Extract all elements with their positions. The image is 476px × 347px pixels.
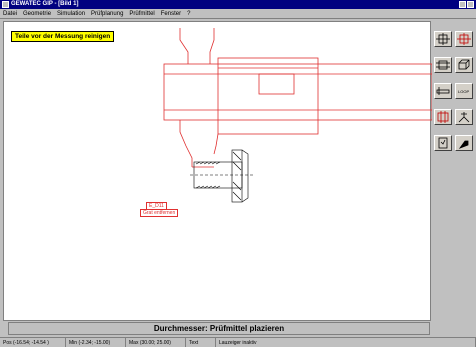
diameter-icon (436, 33, 450, 45)
svg-text:LOOP: LOOP (458, 89, 469, 94)
caliper-lower-jaw-left (179, 120, 193, 167)
tool-palette: LOOP (432, 21, 476, 321)
title-bar: GEWATEC GIP - [Bild 1] (0, 0, 476, 9)
tool-fixture[interactable] (434, 109, 452, 125)
stand-icon (458, 112, 470, 123)
status-position: Pos (-16.54; -14.54 ) (0, 338, 66, 347)
probe-icon (458, 140, 469, 149)
menu-bar: Datei Geometrie Simulation Prüfplanung P… (0, 9, 476, 19)
caliper-lower-jaw-right (213, 133, 219, 155)
status-text: Text (186, 338, 216, 347)
menu-datei[interactable]: Datei (3, 9, 17, 18)
cube-icon (458, 59, 470, 70)
tool-inspection-text[interactable]: LOOP (455, 83, 473, 99)
tool-document[interactable] (434, 135, 452, 151)
menu-pruefplanung[interactable]: Prüfplanung (91, 9, 123, 18)
document-icon (438, 137, 448, 149)
menu-simulation[interactable]: Simulation (57, 9, 85, 18)
close-button[interactable] (467, 1, 474, 8)
drawing-canvas[interactable]: Teile vor der Messung reinigen E_D11 Gra… (3, 21, 432, 321)
caliper-display (258, 73, 295, 95)
tool-probe[interactable] (455, 135, 473, 151)
app-icon[interactable] (2, 1, 9, 8)
tool-measure-diameter[interactable] (434, 31, 452, 47)
menu-fenster[interactable]: Fenster (161, 9, 181, 18)
menu-pruefmittel[interactable]: Prüfmittel (129, 9, 154, 18)
status-max: Max (30.00; 25.00) (126, 338, 186, 347)
diameter-alt-icon (457, 33, 471, 45)
status-min: Min (-2.34; -15.00) (66, 338, 126, 347)
tool-cube[interactable] (455, 57, 473, 73)
width-icon (436, 60, 450, 70)
caliper-slider (217, 57, 319, 135)
tool-measure-width[interactable] (434, 57, 452, 73)
fixture-icon (437, 111, 449, 123)
status-message: Durchmesser: Prüfmittel plazieren (8, 322, 430, 335)
window-controls (459, 1, 474, 8)
caliper-outer-jaw-left (179, 28, 189, 64)
text-icon: LOOP (458, 89, 469, 94)
coordinate-bar: Pos (-16.54; -14.54 ) Min (-2.34; -15.00… (0, 337, 476, 347)
tool-stand[interactable] (455, 109, 473, 125)
caliper-outer-jaw-right (209, 28, 215, 64)
part-label-bottom: Grat entfernen (140, 209, 179, 217)
workpiece (190, 149, 254, 203)
tool-measure-diameter-alt[interactable] (455, 31, 473, 47)
window-title: GEWATEC GIP - [Bild 1] (11, 1, 79, 7)
caliper-beam (163, 63, 432, 121)
status-pointer: Lauzeiger inaktiv (216, 338, 476, 347)
minimize-button[interactable] (459, 1, 466, 8)
menu-help[interactable]: ? (187, 9, 190, 18)
caliper-icon (436, 87, 450, 95)
tool-caliper[interactable] (434, 83, 452, 99)
caliper-drawing (163, 28, 432, 203)
menu-geometrie[interactable]: Geometrie (23, 9, 51, 18)
